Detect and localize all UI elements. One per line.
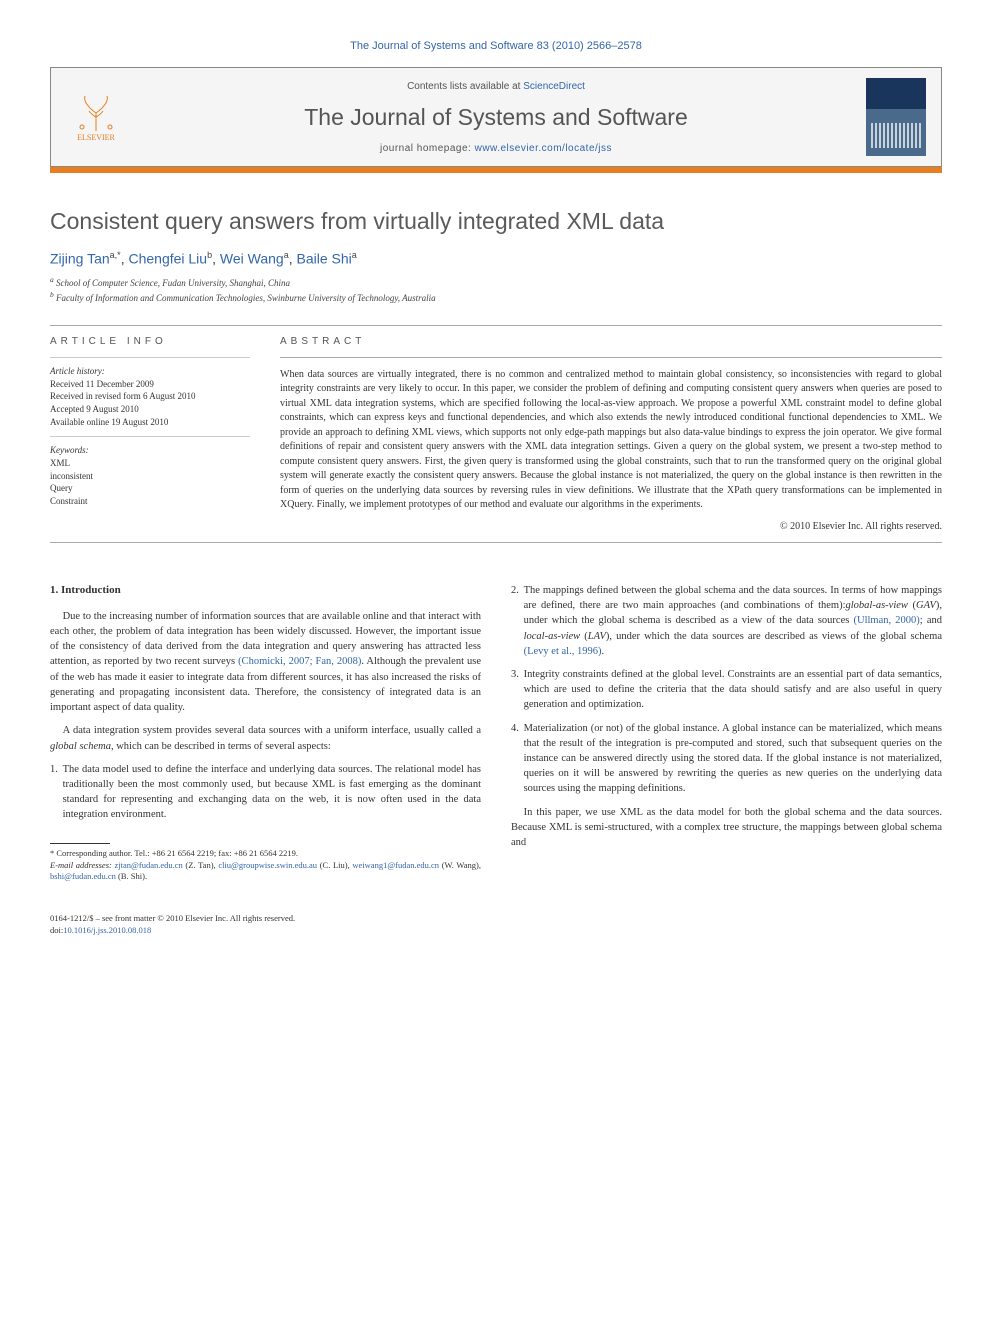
email-link[interactable]: weiwang1@fudan.edu.cn — [352, 860, 439, 870]
separator-rule — [50, 542, 942, 543]
author-affil-sup: a — [352, 250, 357, 260]
homepage-link[interactable]: www.elsevier.com/locate/jss — [475, 143, 612, 154]
emphasis: global-as-view — [846, 600, 908, 611]
author-link[interactable]: Baile Shi — [297, 251, 352, 267]
author-link[interactable]: Wei Wang — [220, 251, 284, 267]
doi-line: doi:10.1016/j.jss.2010.08.018 — [50, 925, 942, 937]
abstract-text: When data sources are virtually integrat… — [280, 368, 942, 513]
email-link[interactable]: bshi@fudan.edu.cn — [50, 871, 116, 881]
author-link[interactable]: Chengfei Liu — [128, 251, 207, 267]
list-item: 3.Integrity constraints defined at the g… — [511, 667, 942, 713]
abstract-block: abstract When data sources are virtually… — [280, 336, 942, 532]
history-heading: Article history: — [50, 366, 250, 376]
citation-link[interactable]: (Chomicki, 2007; Fan, 2008) — [238, 656, 361, 667]
keyword: XML — [50, 457, 250, 470]
bottom-metadata: 0164-1212/$ – see front matter © 2010 El… — [50, 913, 942, 937]
list-item: 2.The mappings defined between the globa… — [511, 583, 942, 659]
front-matter-line: 0164-1212/$ – see front matter © 2010 El… — [50, 913, 942, 925]
doi-link[interactable]: 10.1016/j.jss.2010.08.018 — [63, 925, 151, 935]
corresponding-author-note: * Corresponding author. Tel.: +86 21 656… — [50, 848, 481, 860]
body-paragraph: A data integration system provides sever… — [50, 723, 481, 753]
abstract-copyright: © 2010 Elsevier Inc. All rights reserved… — [280, 521, 942, 532]
running-head: The Journal of Systems and Software 83 (… — [50, 40, 942, 52]
body-paragraph: In this paper, we use XML as the data mo… — [511, 805, 942, 851]
keywords-heading: Keywords: — [50, 445, 250, 455]
history-line: Received in revised form 6 August 2010 — [50, 390, 250, 403]
affiliation-line: b Faculty of Information and Communicati… — [50, 290, 942, 305]
elsevier-label: ELSEVIER — [77, 133, 115, 142]
header-accent-rule — [50, 167, 942, 173]
emphasis: global schema — [50, 741, 111, 752]
journal-cover-thumbnail — [866, 78, 926, 156]
email-link[interactable]: cliu@groupwise.swin.edu.au — [218, 860, 317, 870]
elsevier-logo: ELSEVIER — [66, 85, 126, 150]
footnotes: * Corresponding author. Tel.: +86 21 656… — [50, 848, 481, 884]
keyword: Query — [50, 482, 250, 495]
emphasis: GAV — [916, 600, 936, 611]
email-addresses: E-mail addresses: zjtan@fudan.edu.cn (Z.… — [50, 860, 481, 884]
article-title: Consistent query answers from virtually … — [50, 208, 942, 235]
journal-title: The Journal of Systems and Software — [126, 104, 866, 131]
article-info-heading: article info — [50, 336, 250, 347]
author-affil-sup: a,* — [110, 250, 121, 260]
history-line: Available online 19 August 2010 — [50, 416, 250, 429]
journal-header-box: ELSEVIER Contents lists available at Sci… — [50, 67, 942, 167]
separator-rule — [50, 325, 942, 326]
elsevier-tree-icon — [76, 93, 116, 133]
footnote-rule — [50, 843, 110, 844]
contents-available-line: Contents lists available at ScienceDirec… — [126, 81, 866, 92]
affiliation-line: a School of Computer Science, Fudan Univ… — [50, 275, 942, 290]
list-item: 1.The data model used to define the inte… — [50, 762, 481, 823]
keyword: Constraint — [50, 495, 250, 508]
affiliations: a School of Computer Science, Fudan Univ… — [50, 275, 942, 305]
emphasis: LAV — [588, 631, 606, 642]
homepage-line: journal homepage: www.elsevier.com/locat… — [126, 143, 866, 154]
citation-link[interactable]: (Ullman, 2000) — [853, 615, 919, 626]
homepage-prefix: journal homepage: — [380, 143, 475, 154]
author-list: Zijing Tana,*, Chengfei Liub, Wei Wanga,… — [50, 250, 942, 267]
keyword: inconsistent — [50, 470, 250, 483]
email-link[interactable]: zjtan@fudan.edu.cn — [115, 860, 183, 870]
section-heading: 1. Introduction — [50, 583, 481, 599]
abstract-heading: abstract — [280, 336, 942, 347]
citation-link[interactable]: (Levy et al., 1996) — [524, 646, 602, 657]
body-paragraph: Due to the increasing number of informat… — [50, 609, 481, 716]
emphasis: local-as-view — [524, 631, 581, 642]
contents-prefix: Contents lists available at — [407, 81, 523, 92]
history-line: Accepted 9 August 2010 — [50, 403, 250, 416]
sciencedirect-link[interactable]: ScienceDirect — [523, 81, 585, 92]
article-info-block: article info Article history: Received 1… — [50, 336, 250, 532]
author-link[interactable]: Zijing Tan — [50, 251, 110, 267]
list-item: 4.Materialization (or not) of the global… — [511, 721, 942, 797]
history-line: Received 11 December 2009 — [50, 378, 250, 391]
